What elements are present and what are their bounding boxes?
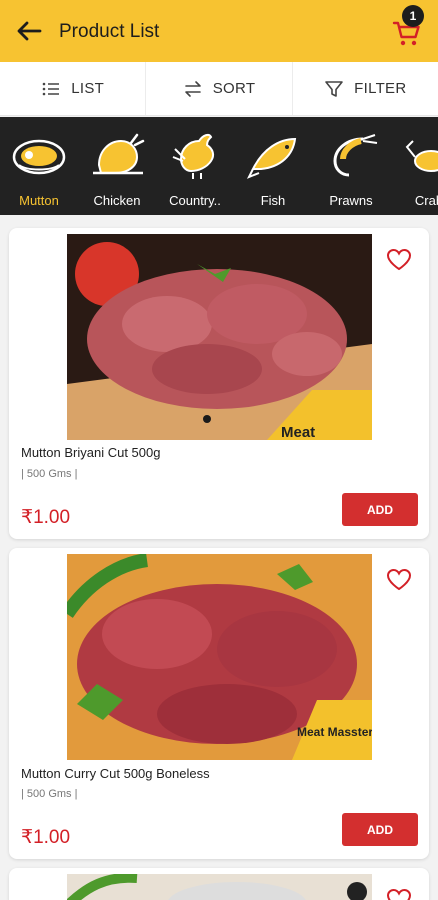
sort-label: SORT [212, 80, 256, 97]
product-name: Mutton Briyani Cut 500g [21, 445, 161, 460]
category-label: Chicken [93, 193, 141, 208]
category-crab[interactable]: Crab [390, 117, 438, 215]
product-image: Meat Massterz [67, 554, 372, 760]
add-to-cart-button[interactable]: ADD [342, 813, 418, 846]
category-label: Crab [414, 193, 438, 208]
cart-count-badge: 1 [402, 5, 424, 27]
chicken-icon [93, 133, 145, 175]
heart-icon[interactable] [386, 888, 412, 900]
category-country-chicken[interactable]: Country.. [156, 117, 234, 215]
page-title: Product List [59, 21, 160, 42]
category-mutton[interactable]: Mutton [0, 117, 78, 215]
category-bar: Mutton Chicken Country.. Fish Prawns Cra [0, 117, 438, 215]
category-chicken[interactable]: Chicken [78, 117, 156, 215]
country-chicken-icon [172, 133, 215, 179]
filter-button[interactable]: FILTER [293, 62, 438, 115]
heart-icon[interactable] [386, 568, 412, 592]
fish-icon [246, 137, 297, 179]
brand-logo-text: Meat Massterz [297, 725, 372, 739]
heart-icon[interactable] [386, 248, 412, 272]
product-card[interactable]: Meat Massterz Mutton Curry Cut 500g Bone… [9, 548, 429, 859]
product-card[interactable]: Meat Mutton Briyani Cut 500g | 500 Gms |… [9, 228, 429, 539]
product-card[interactable] [9, 868, 429, 900]
mutton-icon [12, 139, 66, 175]
crab-icon [405, 140, 438, 172]
category-label: Mutton [19, 193, 59, 208]
list-label: LIST [71, 80, 105, 97]
back-arrow-icon[interactable] [14, 16, 44, 46]
category-label: Country.. [169, 193, 221, 208]
product-image: Meat [67, 234, 372, 440]
category-label: Prawns [329, 193, 373, 208]
sort-icon [184, 80, 201, 97]
product-weight: | 500 Gms | [21, 788, 78, 800]
brand-logo-text: Meat [281, 424, 315, 440]
filter-icon [325, 80, 343, 97]
product-name: Mutton Curry Cut 500g Boneless [21, 766, 210, 781]
app-screen: Product List 1 LIST SORT FILTER Mutton C… [0, 0, 438, 900]
add-to-cart-button[interactable]: ADD [342, 493, 418, 526]
list-icon [42, 82, 60, 95]
category-prawns[interactable]: Prawns [312, 117, 390, 215]
category-fish[interactable]: Fish [234, 117, 312, 215]
product-image [67, 874, 372, 900]
filter-label: FILTER [354, 80, 407, 97]
prawn-icon [333, 134, 378, 177]
app-header: Product List 1 [0, 0, 438, 62]
product-price: ₹1.00 [21, 507, 71, 528]
category-label: Fish [260, 193, 286, 208]
sort-button[interactable]: SORT [146, 62, 293, 115]
list-toolbar: LIST SORT FILTER [0, 62, 438, 116]
list-view-button[interactable]: LIST [0, 62, 147, 115]
product-weight: | 500 Gms | [21, 468, 78, 480]
product-price: ₹1.00 [21, 827, 71, 848]
